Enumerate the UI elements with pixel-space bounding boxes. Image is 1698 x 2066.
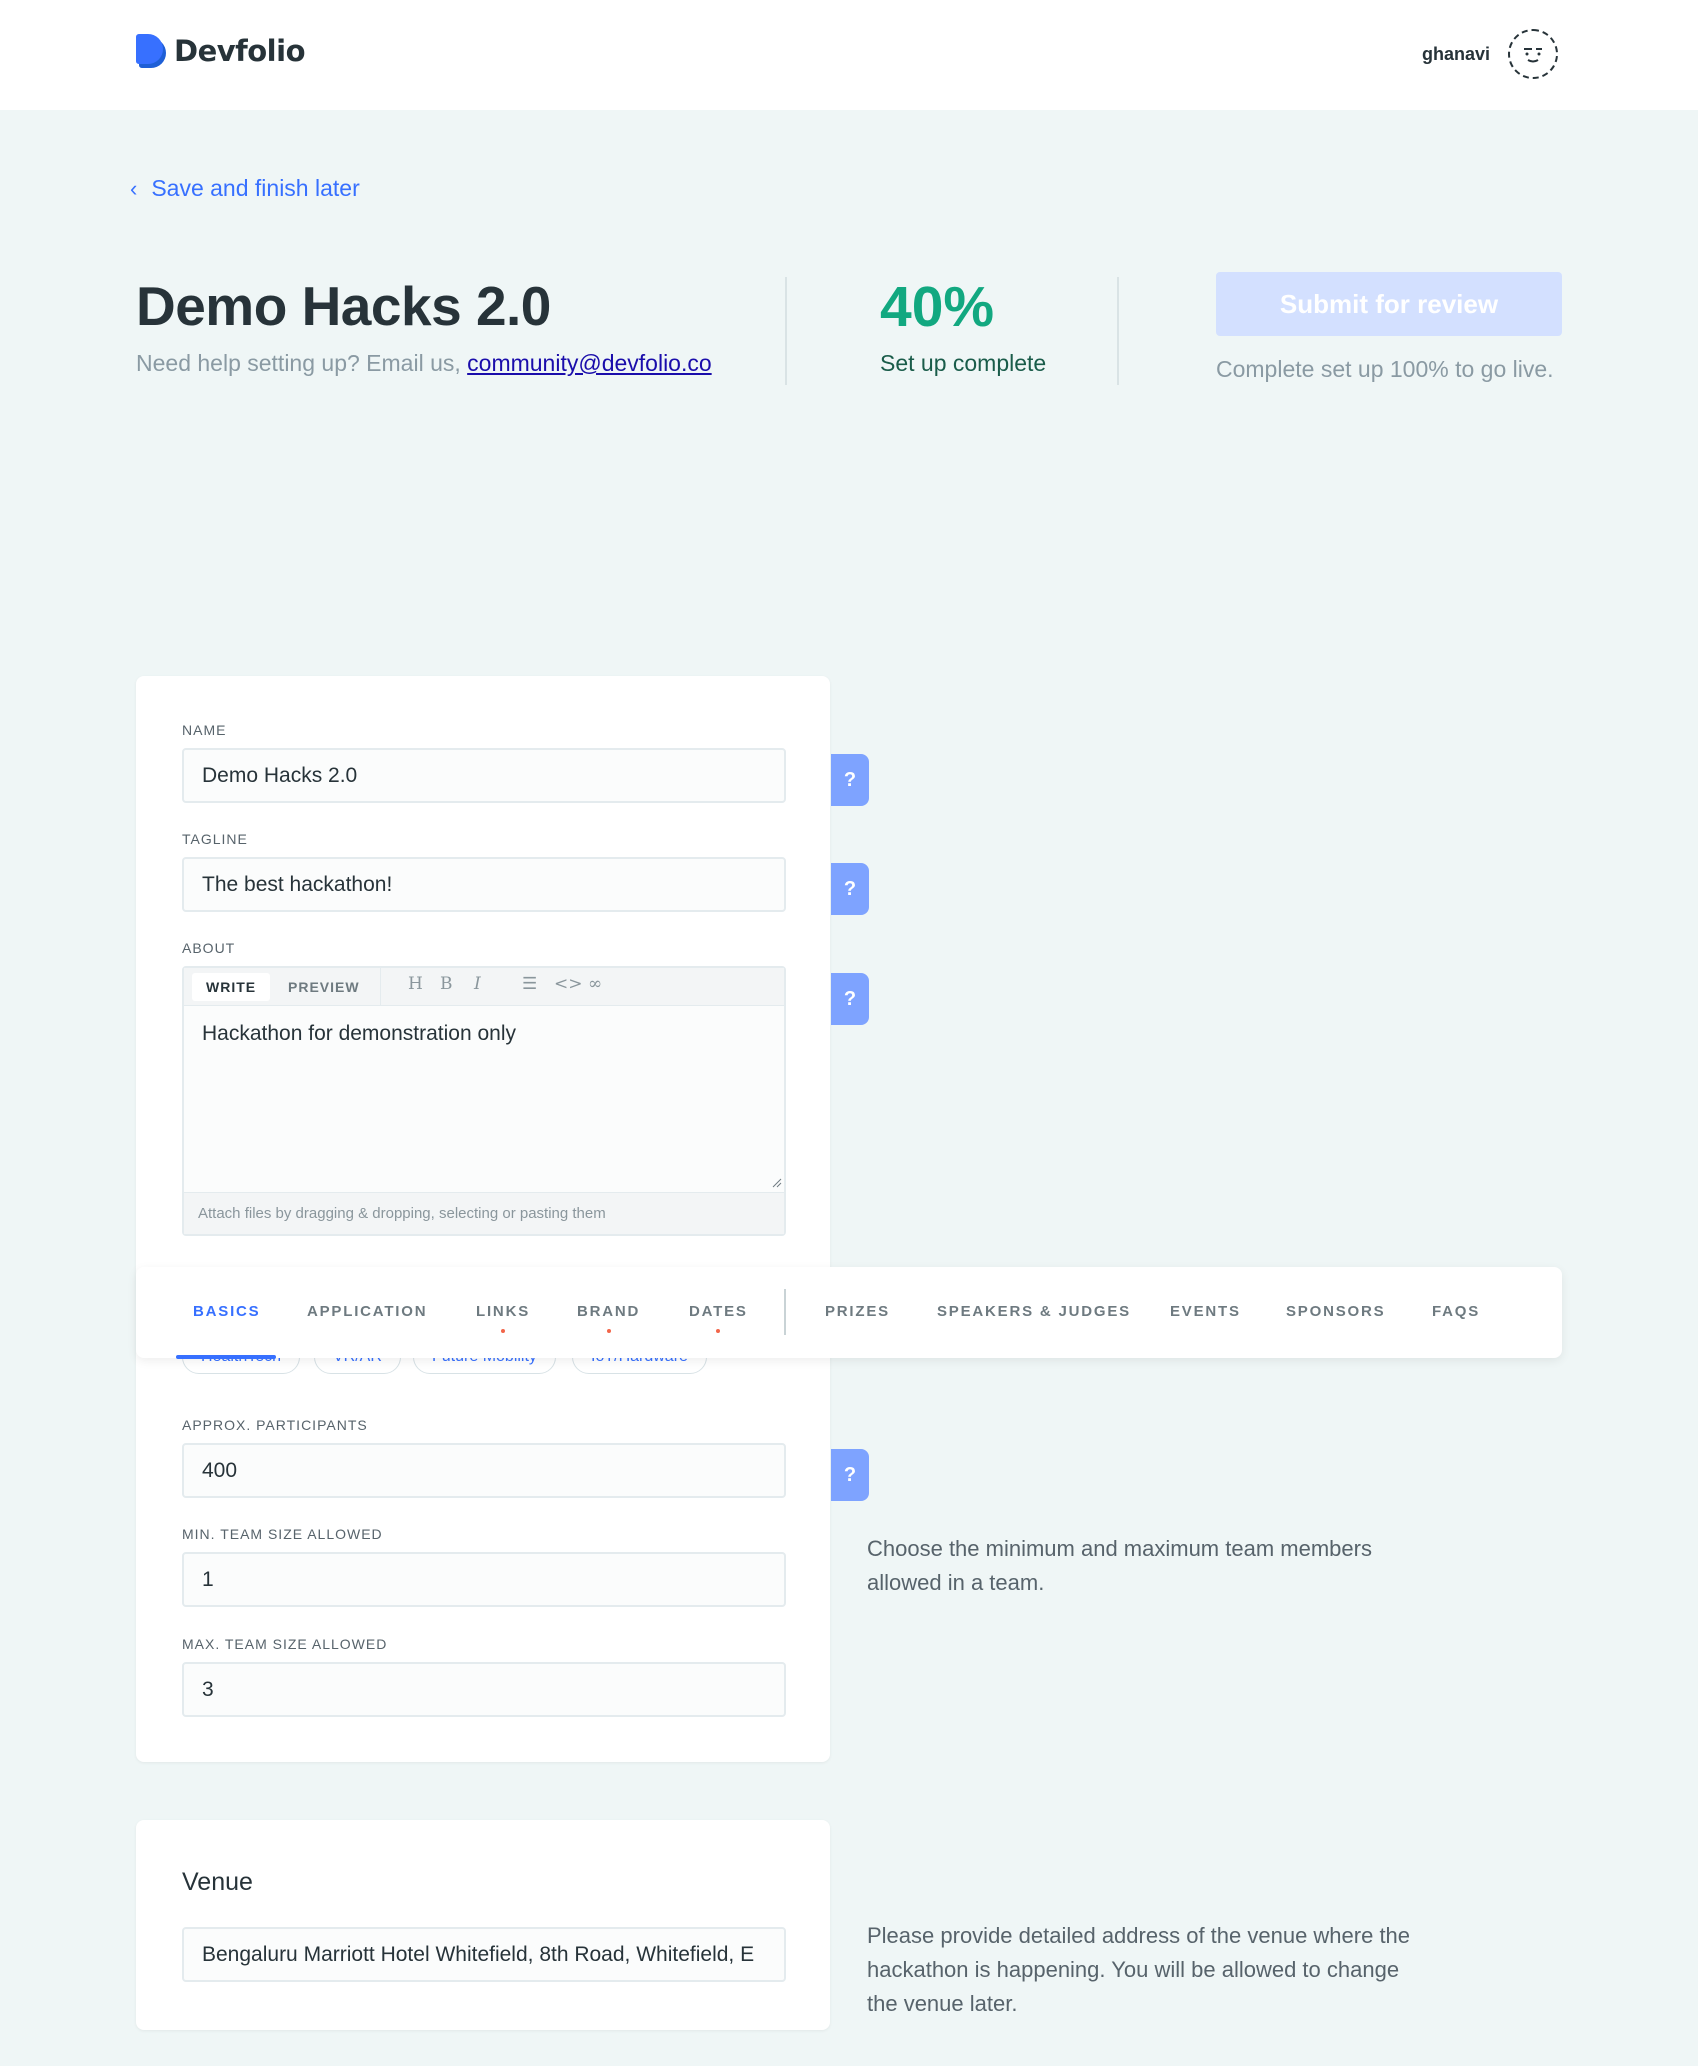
back-link-label: Save and finish later — [151, 175, 360, 201]
participants-input[interactable]: 400 — [182, 1443, 786, 1498]
tab-basics[interactable]: BASICS — [193, 1303, 260, 1320]
code-icon[interactable]: <> — [554, 974, 583, 994]
tab-faqs[interactable]: FAQS — [1432, 1303, 1480, 1320]
tagline-label: TAGLINE — [182, 831, 248, 847]
help-text: Need help setting up? Email us, communit… — [136, 350, 712, 377]
incomplete-dot — [501, 1329, 505, 1333]
username: ghanavi — [1421, 43, 1490, 64]
progress-percentage: 40% — [880, 275, 995, 339]
tagline-input[interactable]: The best hackathon! — [182, 857, 786, 912]
active-tab-indicator — [176, 1355, 276, 1359]
venue-input[interactable]: Bengaluru Marriott Hotel Whitefield, 8th… — [182, 1927, 786, 1982]
name-help-button[interactable]: ? — [831, 754, 869, 806]
devfolio-logo-icon — [136, 34, 166, 68]
incomplete-dot — [716, 1329, 721, 1333]
about-editor: WRITE PREVIEW H B I ☰ <> ∞ Hackathon for… — [182, 966, 786, 1236]
chevron-left-icon: ‹ — [130, 175, 138, 201]
tabs-divider — [784, 1289, 786, 1335]
section-tabs: BASICS APPLICATION LINKS BRAND DATES PRI… — [136, 1267, 1562, 1359]
team-size-help-text: Choose the minimum and maximum team memb… — [867, 1536, 1372, 1595]
max-team-size-label: MAX. TEAM SIZE ALLOWED — [182, 1636, 388, 1652]
save-and-finish-later-link[interactable]: ‹ Save and finish later — [130, 175, 360, 202]
about-label: ABOUT — [182, 940, 236, 956]
bold-icon[interactable]: B — [440, 974, 453, 994]
about-help-button[interactable]: ? — [831, 973, 869, 1025]
participants-label: APPROX. PARTICIPANTS — [182, 1417, 368, 1433]
editor-attach-hint[interactable]: Attach files by dragging & dropping, sel… — [184, 1192, 784, 1234]
tab-links[interactable]: LINKS — [476, 1303, 530, 1333]
italic-icon[interactable]: I — [474, 974, 481, 994]
tab-prizes[interactable]: PRIZES — [825, 1303, 890, 1320]
resize-handle-icon[interactable] — [772, 1178, 782, 1188]
help-email-link[interactable]: community@devfolio.co — [467, 350, 712, 376]
submit-note: Complete set up 100% to go live. — [1216, 356, 1554, 382]
participants-help-button[interactable]: ? — [831, 1449, 869, 1501]
help-text-prefix: Need help setting up? Email us, — [136, 350, 468, 376]
divider — [1117, 277, 1119, 385]
editor-toolbar: WRITE PREVIEW H B I ☰ <> ∞ — [184, 968, 784, 1006]
top-header: Devfolio ghanavi — [0, 0, 1698, 110]
tab-brand[interactable]: BRAND — [577, 1303, 640, 1333]
tab-application[interactable]: APPLICATION — [307, 1303, 427, 1320]
logo-text: Devfolio — [174, 34, 306, 68]
tab-sponsors[interactable]: SPONSORS — [1286, 1303, 1385, 1320]
tab-dates[interactable]: DATES — [689, 1303, 748, 1333]
avatar-icon[interactable] — [1508, 29, 1558, 79]
user-menu[interactable]: ghanavi — [1422, 29, 1558, 79]
tab-speakers-judges[interactable]: SPEAKERS & JUDGES — [937, 1303, 1131, 1320]
venue-card: Venue Bengaluru Marriott Hotel Whitefiel… — [136, 1820, 830, 2030]
name-label: NAME — [182, 722, 227, 738]
tab-preview[interactable]: PREVIEW — [274, 973, 374, 1001]
progress-label: Set up complete — [880, 350, 1047, 376]
name-input[interactable]: Demo Hacks 2.0 — [182, 748, 786, 803]
basics-card: NAME Demo Hacks 2.0 TAGLINE The best hac… — [136, 676, 830, 1762]
devfolio-logo[interactable]: Devfolio — [136, 34, 306, 68]
list-icon[interactable]: ☰ — [522, 974, 537, 994]
max-team-size-input[interactable]: 3 — [182, 1662, 786, 1717]
submit-for-review-button[interactable]: Submit for review — [1216, 272, 1562, 336]
tagline-help-button[interactable]: ? — [831, 863, 869, 915]
heading-icon[interactable]: H — [408, 974, 423, 994]
divider — [785, 277, 787, 385]
venue-help-text: Please provide detailed address of the v… — [867, 1923, 1411, 2016]
incomplete-dot — [606, 1329, 611, 1333]
min-team-size-input[interactable]: 1 — [182, 1552, 786, 1607]
tab-events[interactable]: EVENTS — [1170, 1303, 1241, 1320]
venue-heading: Venue — [182, 1868, 253, 1896]
tab-write[interactable]: WRITE — [192, 973, 271, 1001]
link-icon[interactable]: ∞ — [588, 974, 602, 994]
page-title: Demo Hacks 2.0 — [136, 275, 551, 337]
min-team-size-label: MIN. TEAM SIZE ALLOWED — [182, 1526, 383, 1542]
about-textarea[interactable]: Hackathon for demonstration only — [202, 1022, 516, 1046]
